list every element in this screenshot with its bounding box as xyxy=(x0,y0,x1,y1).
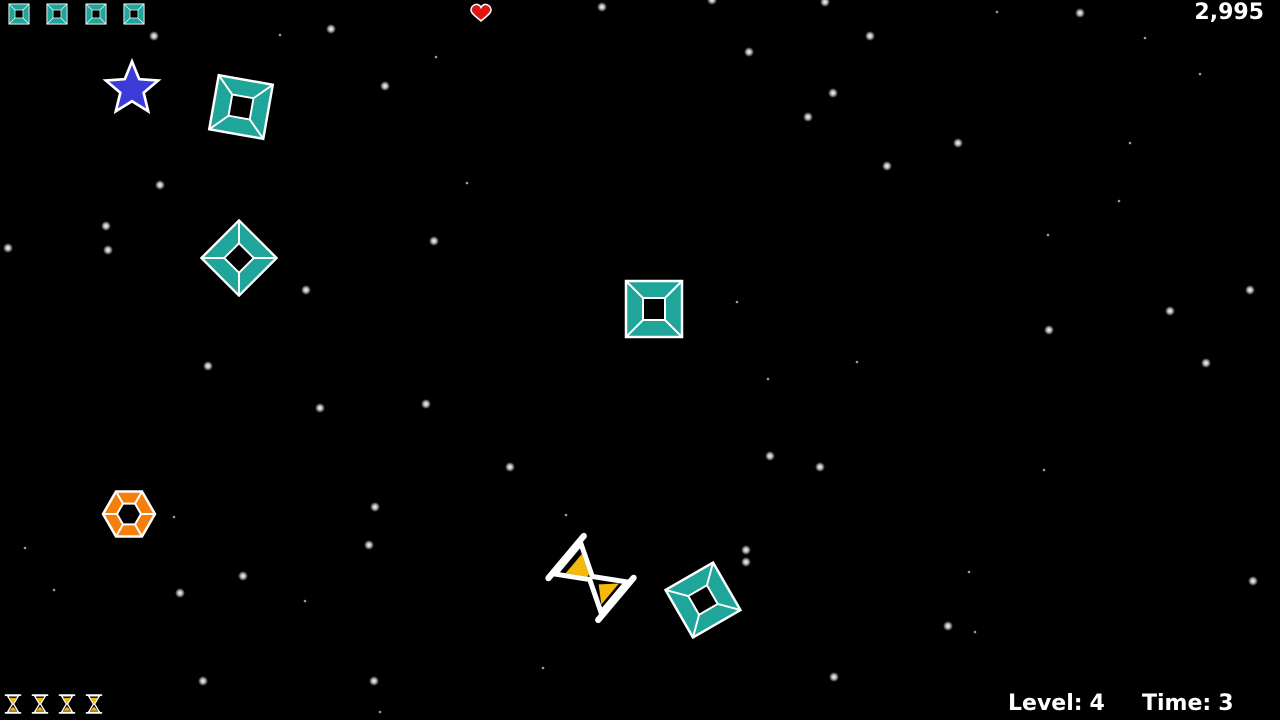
background-star xyxy=(829,672,839,682)
reserve-hourglass-icons xyxy=(4,694,103,714)
background-star xyxy=(364,540,374,550)
background-star xyxy=(315,403,325,413)
background-star xyxy=(1165,306,1175,316)
background-star xyxy=(434,55,438,59)
teal-square-icon xyxy=(85,3,107,25)
background-star xyxy=(421,399,431,409)
teal-square-enemy xyxy=(200,219,278,297)
background-star xyxy=(52,588,56,592)
background-star xyxy=(995,10,999,14)
background-star xyxy=(564,513,568,517)
background-star xyxy=(973,630,977,634)
starfield xyxy=(3,0,1258,714)
background-star xyxy=(803,112,813,122)
background-star xyxy=(967,570,971,574)
background-star xyxy=(505,462,515,472)
level-label: Level: xyxy=(1008,691,1083,716)
background-star xyxy=(198,676,208,686)
background-star xyxy=(820,0,830,7)
background-star xyxy=(707,0,717,5)
background-star xyxy=(1201,358,1211,368)
teal-square-icon xyxy=(8,3,30,25)
background-star xyxy=(597,2,607,12)
background-star xyxy=(378,710,382,714)
background-star xyxy=(1143,36,1147,40)
teal-square-enemy xyxy=(207,73,275,141)
background-star xyxy=(1046,233,1050,237)
background-star xyxy=(1128,141,1132,145)
background-star xyxy=(1075,8,1085,18)
background-star xyxy=(465,181,469,185)
background-star xyxy=(953,138,963,148)
background-star xyxy=(369,676,379,686)
background-star xyxy=(766,377,770,381)
background-star xyxy=(815,462,825,472)
background-star xyxy=(1198,72,1202,76)
background-star xyxy=(3,243,13,253)
background-star xyxy=(103,245,113,255)
time-label: Time: xyxy=(1142,691,1212,716)
background-star xyxy=(1044,325,1054,335)
teal-square-icon xyxy=(123,3,145,25)
hexagon-enemy xyxy=(101,490,157,538)
hourglass-icon xyxy=(85,694,103,714)
background-star xyxy=(303,599,307,603)
background-star xyxy=(744,47,754,57)
level-value: 4 xyxy=(1089,691,1105,716)
background-star xyxy=(943,621,953,631)
hourglass-icon xyxy=(4,694,22,714)
time-display: Time: 3 xyxy=(1142,691,1234,716)
background-star xyxy=(149,31,159,41)
background-star xyxy=(101,221,111,231)
background-star xyxy=(301,285,311,295)
level-display: Level: 4 xyxy=(1008,691,1105,716)
background-star xyxy=(828,88,838,98)
background-star xyxy=(380,81,390,91)
background-star xyxy=(1245,285,1255,295)
background-star xyxy=(741,545,751,555)
background-star xyxy=(541,666,545,670)
star-enemy xyxy=(102,57,162,115)
background-star xyxy=(1248,576,1258,586)
background-star xyxy=(1117,199,1121,203)
background-star xyxy=(765,451,775,461)
background-star xyxy=(735,300,739,304)
background-star xyxy=(882,161,892,171)
background-star xyxy=(238,571,248,581)
teal-square-enemy xyxy=(624,279,684,339)
time-value: 3 xyxy=(1218,691,1234,716)
background-star xyxy=(741,557,751,567)
background-star xyxy=(1042,468,1046,472)
background-star xyxy=(175,588,185,598)
background-star xyxy=(172,515,176,519)
background-star xyxy=(203,361,213,371)
background-star xyxy=(865,31,875,41)
teal-square-icon xyxy=(46,3,68,25)
background-star xyxy=(429,236,439,246)
game-canvas[interactable] xyxy=(0,0,1280,720)
teal-square-enemy xyxy=(664,561,742,639)
heart-icon xyxy=(470,3,492,23)
hourglass-icon xyxy=(31,694,49,714)
background-star xyxy=(155,180,165,190)
background-star xyxy=(855,360,859,364)
background-star xyxy=(278,33,282,37)
score-display: 2,995 xyxy=(1194,0,1264,25)
reserve-square-icons xyxy=(8,3,145,25)
background-star xyxy=(23,546,27,550)
background-star xyxy=(370,502,380,512)
hourglass-icon xyxy=(58,694,76,714)
hourglass-pickup xyxy=(548,536,633,620)
background-star xyxy=(326,24,336,34)
